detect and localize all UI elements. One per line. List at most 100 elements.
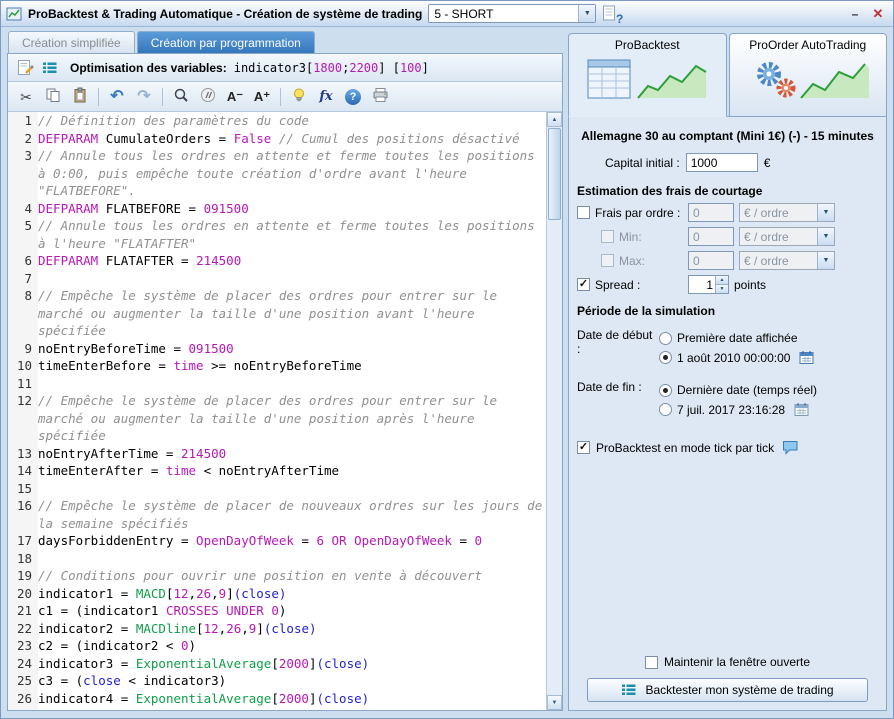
code-line[interactable]: 26 indicator4 = ExponentialAverage[2000](… [8, 690, 546, 708]
code-text: DEFPARAM FLATBEFORE = 091500 [38, 200, 249, 216]
code-line[interactable]: 23 c2 = (indicator2 < 0) [8, 637, 546, 655]
code-line[interactable]: 12 // Empêche le système de placer des or… [8, 392, 546, 445]
code-line[interactable]: 5 // Annule tous les ordres en attente et… [8, 217, 546, 252]
fees-max-unit-select[interactable]: € / ordre ▼ [739, 251, 835, 270]
fees-min-unit-select[interactable]: € / ordre ▼ [739, 227, 835, 246]
capital-input[interactable] [685, 153, 758, 172]
help-guide-button[interactable]: ? [602, 4, 623, 26]
trading-system-select[interactable]: 5 - SHORT ▼ [428, 4, 597, 23]
spread-checkbox[interactable]: ✓ [577, 278, 590, 291]
start-calendar-button[interactable] [799, 350, 815, 365]
scrollbar-thumb[interactable] [548, 128, 561, 220]
fees-max-input[interactable] [688, 251, 734, 270]
insert-function-button[interactable]: fx [314, 85, 338, 109]
line-number: 1 [24, 113, 32, 128]
code-editor[interactable]: 1 // Définition des paramètres du code 2 DE… [8, 112, 562, 710]
code-line[interactable]: 21 c1 = (indicator1 CROSSES UNDER 0) [8, 602, 546, 620]
code-line[interactable]: 22 indicator2 = MACDline[12,26,9](close) [8, 620, 546, 638]
backtest-button[interactable]: Backtester mon système de trading [587, 678, 868, 702]
tick-mode-checkbox[interactable]: ✓ [577, 441, 590, 454]
code-line[interactable]: 17 daysForbiddenEntry = OpenDayOfWeek = 6… [8, 532, 546, 550]
code-line[interactable]: 10 timeEnterBefore = time >= noEntryBefor… [8, 357, 546, 375]
code-line[interactable]: 4 DEFPARAM FLATBEFORE = 091500 [8, 200, 546, 218]
redo-button[interactable]: ↷ [132, 85, 156, 109]
code-lines[interactable]: 1 // Définition des paramètres du code 2 DE… [8, 112, 546, 710]
code-text: // Empêche le système de placer des ordr… [38, 288, 505, 338]
keep-window-open-checkbox[interactable] [644, 655, 658, 669]
code-line[interactable]: 7 [8, 270, 546, 288]
chevron-down-icon[interactable]: ▼ [817, 204, 834, 221]
code-line[interactable]: 19 // Conditions pour ouvrir une position… [8, 567, 546, 585]
fees-max-checkbox[interactable] [601, 254, 614, 267]
spread-stepper[interactable]: ▲ ▼ [688, 275, 729, 294]
tab-probacktest[interactable]: ProBacktest [568, 33, 727, 117]
minimize-button[interactable]: – [845, 5, 865, 23]
close-button[interactable]: ✕ [868, 5, 888, 23]
optimisation-value[interactable]: indicator3[1800;2200] [100] [234, 61, 429, 75]
code-line[interactable]: 15 [8, 480, 546, 498]
tab-creation-programmation[interactable]: Création par programmation [136, 31, 315, 53]
code-line[interactable]: 9 noEntryBeforeTime = 091500 [8, 340, 546, 358]
spread-input[interactable] [689, 276, 715, 293]
undo-button[interactable]: ↶ [105, 85, 129, 109]
code-line[interactable]: 27indicator5 = ExponentialAverage[2000](… [8, 707, 546, 710]
fees-per-order-unit-select[interactable]: € / ordre ▼ [739, 203, 835, 222]
scrollbar-track[interactable] [547, 127, 562, 695]
probacktest-chart-icon [582, 55, 712, 106]
decrease-font-button[interactable]: A⁻ [223, 85, 247, 109]
code-line[interactable]: 18 [8, 550, 546, 568]
line-number: 27 [8, 707, 38, 710]
code-line[interactable]: 8 // Empêche le système de placer des ord… [8, 287, 546, 340]
chevron-down-icon[interactable]: ▼ [817, 228, 834, 245]
code-line[interactable]: 11 [8, 375, 546, 393]
search-icon [173, 87, 189, 106]
paste-button[interactable] [68, 85, 92, 109]
suggestion-button[interactable] [287, 85, 311, 109]
print-button[interactable] [368, 85, 392, 109]
end-calendar-button[interactable] [794, 402, 810, 417]
code-text: indicator3 = ExponentialAverage[2000](cl… [38, 655, 370, 671]
chevron-down-icon[interactable]: ▼ [578, 5, 596, 22]
scroll-down-button[interactable]: ▼ [547, 695, 562, 710]
fees-per-order-input[interactable] [688, 203, 734, 222]
redo-icon: ↷ [137, 87, 151, 105]
code-line[interactable]: 13 noEntryAfterTime = 214500 [8, 445, 546, 463]
comment-button[interactable] [196, 85, 220, 109]
clipboard-icon [72, 87, 88, 106]
code-line[interactable]: 14 timeEnterAfter = time < noEntryAfterTi… [8, 462, 546, 480]
tab-proorder-autotrading[interactable]: ProOrder AutoTrading [728, 33, 887, 117]
tab-creation-simplifiee[interactable]: Création simplifiée [8, 31, 135, 53]
fees-min-input[interactable] [688, 227, 734, 246]
search-button[interactable] [169, 85, 193, 109]
vertical-scrollbar[interactable]: ▲ ▼ [546, 112, 562, 710]
fees-per-order-checkbox[interactable] [577, 206, 590, 219]
fees-min-checkbox[interactable] [601, 230, 614, 243]
speech-bubble-icon[interactable] [782, 440, 799, 455]
optimization-settings-icon[interactable] [14, 57, 36, 79]
code-line[interactable]: 2 DEFPARAM CumulateOrders = False // Cumu… [8, 130, 546, 148]
code-line[interactable]: 6 DEFPARAM FLATAFTER = 214500 [8, 252, 546, 270]
start-first-date-radio[interactable] [659, 331, 672, 345]
line-number: 11 [16, 375, 32, 391]
copy-button[interactable] [41, 85, 65, 109]
increase-font-button[interactable]: A⁺ [250, 85, 274, 109]
spin-up-button[interactable]: ▲ [716, 276, 728, 284]
undo-icon: ↶ [110, 87, 124, 105]
chevron-down-icon[interactable]: ▼ [817, 252, 834, 269]
variables-list-icon[interactable] [39, 57, 61, 79]
cut-button[interactable]: ✂ [14, 85, 38, 109]
end-date-section: Date de fin : Dernière date (temps réel)… [577, 378, 878, 422]
end-realtime-radio[interactable] [659, 383, 672, 397]
code-line[interactable]: 25 c3 = (close < indicator3) [8, 672, 546, 690]
start-custom-date-radio[interactable] [659, 351, 672, 364]
scroll-up-button[interactable]: ▲ [547, 112, 562, 127]
code-line[interactable]: 24 indicator3 = ExponentialAverage[2000](… [8, 655, 546, 673]
end-custom-date-radio[interactable] [659, 403, 672, 416]
help-button[interactable]: ? [341, 85, 365, 109]
code-line[interactable]: 16 // Empêche le système de placer de nou… [8, 497, 546, 532]
code-line[interactable]: 1 // Définition des paramètres du code [8, 112, 546, 130]
code-line[interactable]: 3 // Annule tous les ordres en attente et… [8, 147, 546, 200]
spin-down-button[interactable]: ▼ [716, 284, 728, 293]
code-line[interactable]: 20 indicator1 = MACD[12,26,9](close) [8, 585, 546, 603]
